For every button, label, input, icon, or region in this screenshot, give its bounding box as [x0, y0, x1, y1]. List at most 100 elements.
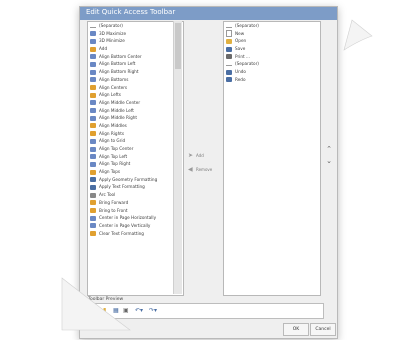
- undo-icon: ↶▾: [135, 307, 144, 314]
- align-icon: [90, 77, 96, 83]
- list-item-label: Add: [99, 46, 108, 52]
- bring-forward-icon: [90, 200, 96, 206]
- list-item[interactable]: Align Bottom Left: [88, 60, 183, 68]
- list-item[interactable]: 3D Maximize: [88, 30, 183, 38]
- ok-button[interactable]: OK: [283, 323, 309, 336]
- redo-icon: [226, 77, 232, 83]
- list-item[interactable]: Align Top Right: [88, 160, 183, 168]
- add-button[interactable]: ➤ Add: [188, 151, 218, 160]
- dialog-title: Edit Quick Access Toolbar: [86, 8, 176, 16]
- toolbar-preview: □ ▮ ▦ ▣ ↶▾ ↷▾: [88, 303, 324, 319]
- list-item[interactable]: Align Top Center: [88, 145, 183, 153]
- list-item-label: Apply Geometry Formatting: [99, 176, 158, 182]
- open-icon: [226, 38, 232, 44]
- print-icon: [226, 54, 232, 60]
- list-item-label: Apply Text Formatting: [99, 184, 145, 190]
- list-item[interactable]: Print ...: [224, 53, 320, 61]
- list-item-label: Arc Tool: [99, 192, 116, 198]
- align-icon: [90, 69, 96, 75]
- left-list-scrollbar[interactable]: [173, 21, 182, 294]
- scrollbar-thumb[interactable]: [175, 23, 181, 69]
- align-icon: [90, 100, 96, 106]
- print-icon: ▣: [123, 307, 129, 314]
- list-item[interactable]: (Separator): [224, 60, 320, 68]
- list-item[interactable]: Undo: [224, 68, 320, 76]
- align-icon: [90, 92, 96, 98]
- list-item-label: Align Top Left: [99, 153, 128, 159]
- align-icon: [90, 146, 96, 152]
- list-item-label: Align Lefts: [99, 92, 121, 98]
- list-item[interactable]: (Separator): [224, 22, 320, 30]
- minimize-icon: [90, 38, 96, 44]
- list-item[interactable]: Arc Tool: [88, 191, 183, 199]
- list-item[interactable]: Center in Page Horizontally: [88, 214, 183, 222]
- list-item[interactable]: Bring Forward: [88, 199, 183, 207]
- list-item-label: Undo: [235, 69, 246, 75]
- list-item-label: Align Bottom Left: [99, 61, 136, 67]
- list-item[interactable]: Align Bottoms: [88, 76, 183, 84]
- list-item[interactable]: Save: [224, 45, 320, 53]
- list-item[interactable]: Align Bottom Right: [88, 68, 183, 76]
- list-item-label: 3D Maximize: [99, 30, 127, 36]
- toolbar-preview-label: Toolbar Preview: [88, 297, 124, 302]
- list-item-label: Open: [235, 38, 247, 44]
- list-item[interactable]: Align Middle Right: [88, 114, 183, 122]
- remove-button[interactable]: ◀ Remove: [188, 165, 218, 174]
- list-item[interactable]: Clear Text Formatting: [88, 230, 183, 238]
- list-item[interactable]: Center in Page Vertically: [88, 222, 183, 230]
- list-item[interactable]: Apply Geometry Formatting: [88, 176, 183, 184]
- list-item[interactable]: Align Middle Left: [88, 107, 183, 115]
- available-commands-list[interactable]: (Separator) 3D Maximize 3D Minimize Add Alig…: [87, 21, 184, 296]
- grid-icon: [90, 138, 96, 144]
- list-item[interactable]: Bring to Front: [88, 207, 183, 215]
- redo-icon: ↷▾: [149, 307, 158, 314]
- list-item[interactable]: Align to Grid: [88, 137, 183, 145]
- list-item[interactable]: Apply Text Formatting: [88, 183, 183, 191]
- open-icon: ▮: [103, 307, 107, 314]
- align-icon: [90, 108, 96, 114]
- separator-icon: [226, 62, 232, 67]
- arc-icon: [90, 192, 96, 198]
- list-item-label: Print ...: [235, 53, 250, 59]
- center-icon: [90, 215, 96, 221]
- list-item-label: Align Tops: [99, 169, 121, 175]
- list-item[interactable]: Align Lefts: [88, 91, 183, 99]
- save-icon: [226, 46, 232, 52]
- edit-quick-access-toolbar-dialog: Edit Quick Access Toolbar (Separator) 3D …: [79, 6, 338, 339]
- arrow-right-icon: ➤: [188, 152, 194, 159]
- add-icon: [90, 46, 96, 52]
- list-item[interactable]: Align Tops: [88, 168, 183, 176]
- bring-front-icon: [90, 208, 96, 213]
- list-item-label: Align Middle Right: [99, 115, 138, 121]
- list-item[interactable]: Align Middle Center: [88, 99, 183, 107]
- separator-icon: [226, 24, 232, 28]
- move-up-icon[interactable]: ⌃: [325, 145, 333, 153]
- list-item-label: 3D Minimize: [99, 38, 125, 44]
- align-icon: [90, 161, 96, 167]
- list-item[interactable]: Open: [224, 37, 320, 45]
- list-item-label: Redo: [235, 76, 246, 82]
- list-item[interactable]: Align Centers: [88, 84, 183, 92]
- brush-icon: [90, 184, 96, 190]
- list-item[interactable]: Align Top Left: [88, 153, 183, 161]
- list-item[interactable]: Align Middles: [88, 122, 183, 130]
- list-item-label: (Separator): [235, 23, 259, 29]
- list-item[interactable]: New: [224, 30, 320, 38]
- brush-icon: [90, 177, 96, 183]
- move-down-icon[interactable]: ⌄: [325, 157, 333, 165]
- toolbar-commands-list[interactable]: (Separator) New Open Save Print ... (Separato…: [223, 21, 321, 296]
- list-item[interactable]: Add: [88, 45, 183, 53]
- title-bar[interactable]: Edit Quick Access Toolbar: [80, 7, 337, 20]
- list-item[interactable]: Align Rights: [88, 130, 183, 138]
- list-item[interactable]: 3D Minimize: [88, 37, 183, 45]
- list-item[interactable]: Redo: [224, 76, 320, 84]
- list-item-label: Align Top Right: [99, 161, 131, 167]
- list-item[interactable]: (Separator): [88, 22, 183, 30]
- cancel-button[interactable]: Cancel: [310, 323, 336, 336]
- maximize-icon: [90, 31, 96, 37]
- list-item-label: Align Middle Left: [99, 107, 134, 113]
- list-item-label: Align Centers: [99, 84, 128, 90]
- list-item-label: Center in Page Horizontally: [99, 215, 157, 221]
- list-item-label: Bring to Front: [99, 207, 128, 213]
- list-item[interactable]: Align Bottom Center: [88, 53, 183, 61]
